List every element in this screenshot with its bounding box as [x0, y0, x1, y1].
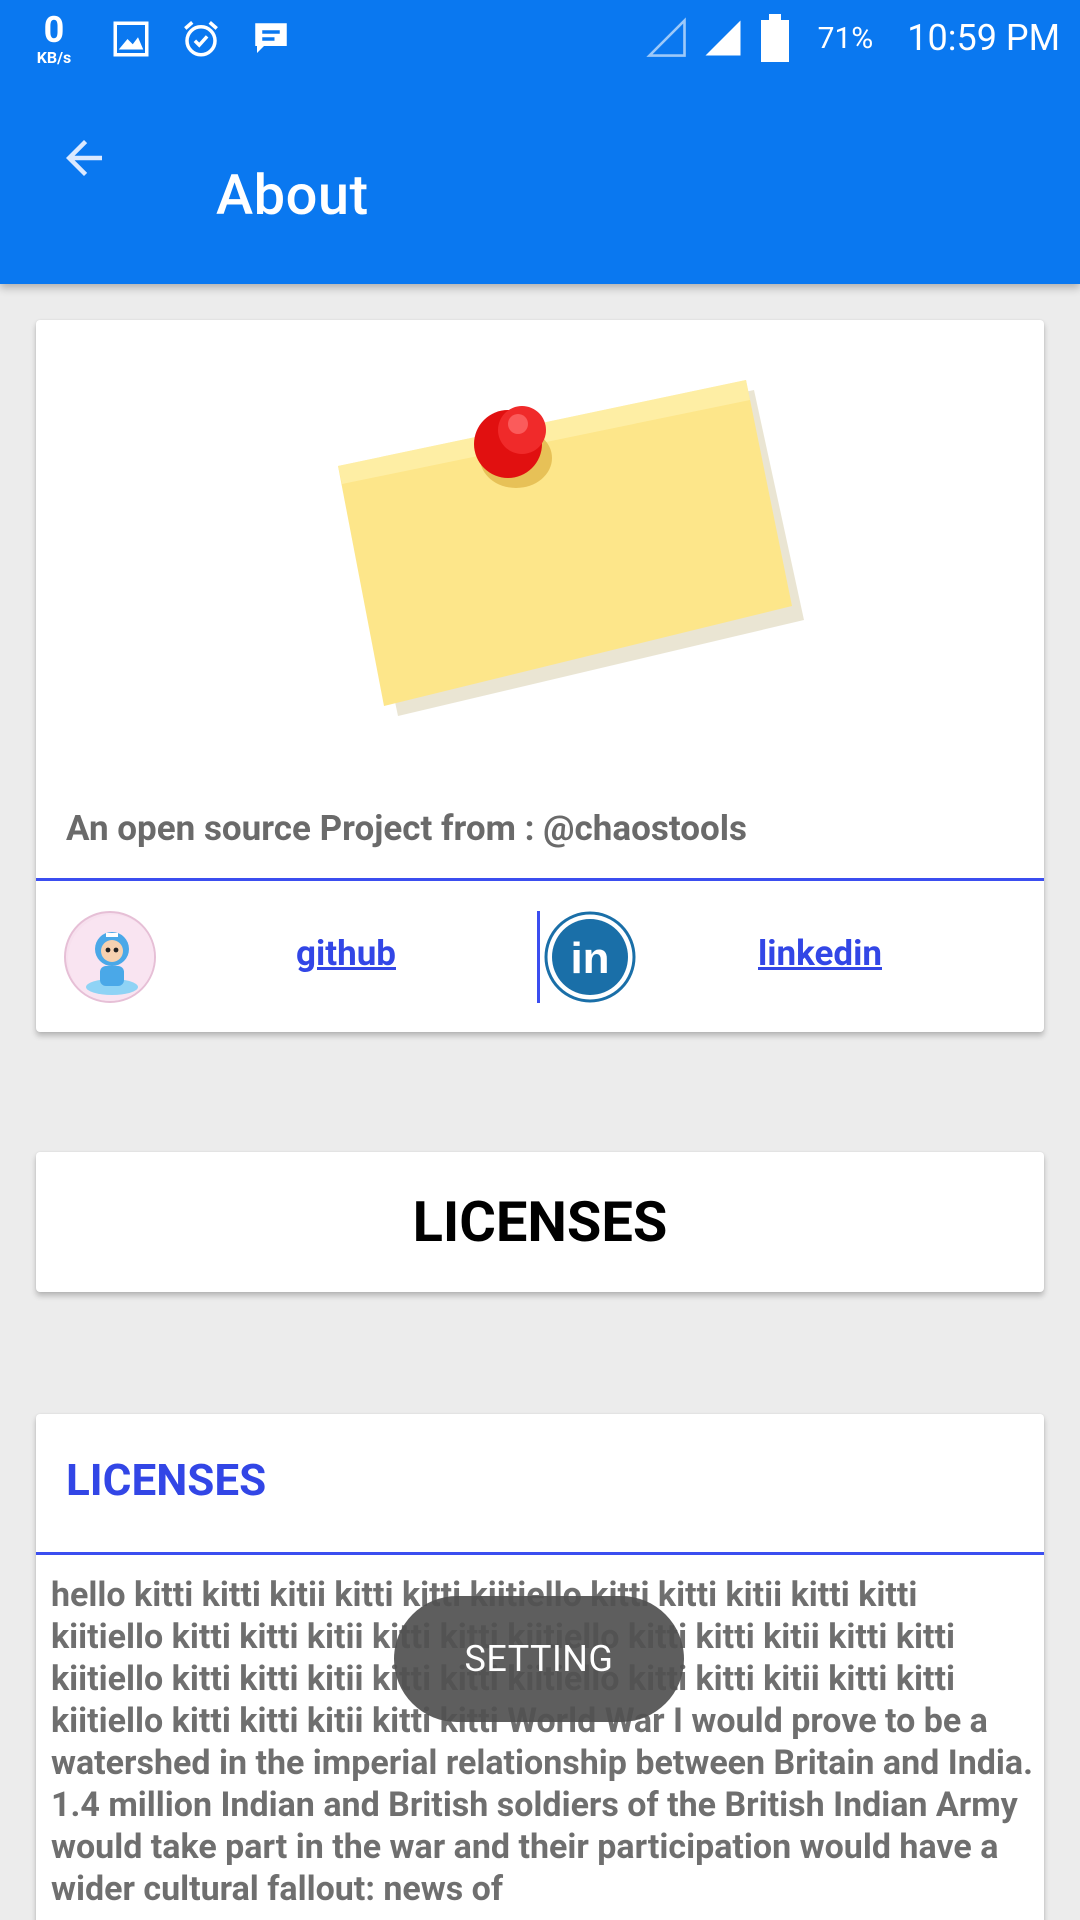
signal-full-icon: [705, 20, 741, 56]
battery-percent: 71%: [817, 20, 874, 56]
alarm-icon: [184, 21, 218, 57]
battery-icon: [760, 14, 789, 62]
avatar-icon: [68, 915, 154, 1001]
licenses-button-label: LICENSES: [412, 1189, 668, 1255]
avatar: [64, 911, 156, 1003]
clock: 10:59 PM: [907, 17, 1060, 59]
licenses-button[interactable]: LICENSES: [36, 1152, 1044, 1292]
linkedin-link[interactable]: linkedin: [758, 933, 882, 974]
link-separator: [537, 911, 540, 1003]
toast-message: SETTING: [394, 1596, 684, 1722]
message-icon: [255, 23, 287, 53]
net-speed-value: 0: [43, 9, 65, 51]
about-card: An open source Project from : @chaostool…: [36, 320, 1044, 1032]
arrow-back-icon: [66, 140, 102, 176]
back-button[interactable]: [52, 126, 116, 190]
tagline: An open source Project from : @chaostool…: [66, 808, 747, 849]
page-title: About: [216, 162, 369, 228]
licenses-header: LICENSES: [66, 1454, 267, 1506]
social-links-row: github in linkedin: [36, 881, 1044, 1032]
net-speed-indicator: 0 KB/s: [26, 12, 82, 66]
sticky-note-pin-icon: [338, 380, 804, 716]
status-bar: 0 KB/s 71% 10:59 PM: [0, 0, 1080, 80]
net-speed-unit: KB/s: [36, 48, 72, 67]
signal-empty-icon: [645, 17, 686, 57]
github-link[interactable]: github: [296, 933, 396, 974]
toolbar: About: [0, 80, 1080, 284]
gallery-icon: [113, 21, 149, 57]
app-header: 0 KB/s 71% 10:59 PM About: [0, 0, 1080, 284]
svg-text:in: in: [570, 934, 609, 983]
divider: [36, 1552, 1044, 1555]
linkedin-icon[interactable]: in: [544, 911, 636, 1003]
